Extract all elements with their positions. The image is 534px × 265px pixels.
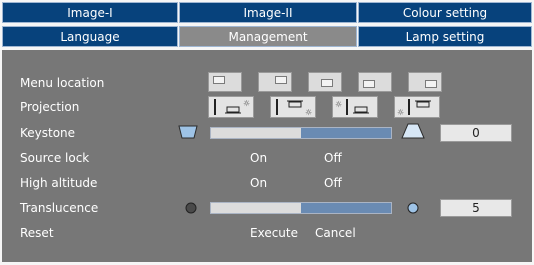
osd-window: Image-I Image-II Colour setting Language… [0, 0, 534, 265]
tab-bar: Image-I Image-II Colour setting Language… [2, 2, 532, 48]
management-panel: Menu location Projection ☼ ☼ ☼ ☼ Keyston… [2, 50, 532, 262]
projector-front-ceiling-icon: ☼ [276, 99, 312, 117]
translucence-slider-fill [301, 203, 391, 213]
translucence-label: Translucence [20, 201, 99, 215]
tab-image-i[interactable]: Image-I [2, 2, 178, 23]
tab-management[interactable]: Management [179, 26, 357, 47]
projector-rear-desk-icon: ☼ [335, 99, 369, 115]
menu-location-label: Menu location [20, 76, 105, 90]
svg-text:☼: ☼ [397, 108, 404, 117]
projection-front-ceiling[interactable]: ☼ [270, 96, 316, 118]
tab-language[interactable]: Language [2, 26, 178, 47]
projection-rear-ceiling[interactable]: ☼ [394, 96, 440, 118]
projection-rear-desk[interactable]: ☼ [332, 96, 378, 118]
keystone-label: Keystone [20, 126, 76, 140]
menu-location-bottom-right[interactable] [408, 72, 442, 92]
projection-label: Projection [20, 100, 80, 114]
projector-rear-ceiling-icon: ☼ [397, 99, 431, 117]
menu-location-bottom-left[interactable] [358, 72, 392, 92]
svg-text:☼: ☼ [335, 100, 342, 109]
translucence-value: 5 [440, 199, 512, 217]
tab-lamp-setting[interactable]: Lamp setting [358, 26, 532, 47]
translucence-slider[interactable] [210, 202, 392, 214]
menu-location-top-left[interactable] [208, 72, 242, 92]
svg-text:☼: ☼ [305, 108, 312, 117]
menu-location-center[interactable] [308, 72, 342, 92]
translucence-high-icon[interactable] [406, 201, 420, 215]
keystone-value: 0 [440, 124, 512, 142]
high-altitude-label: High altitude [20, 176, 98, 190]
keystone-narrow-bottom-icon[interactable] [178, 124, 198, 140]
projection-front-desk[interactable]: ☼ [208, 96, 254, 118]
reset-cancel-button[interactable]: Cancel [315, 226, 356, 240]
source-lock-label: Source lock [20, 151, 90, 165]
tab-colour-setting[interactable]: Colour setting [358, 2, 532, 23]
menu-location-top-right[interactable] [258, 72, 292, 92]
reset-execute-button[interactable]: Execute [250, 226, 298, 240]
translucence-low-icon[interactable] [184, 201, 198, 215]
reset-label: Reset [20, 226, 54, 240]
high-altitude-on[interactable]: On [250, 176, 267, 190]
source-lock-off[interactable]: Off [324, 151, 342, 165]
source-lock-on[interactable]: On [250, 151, 267, 165]
high-altitude-off[interactable]: Off [324, 176, 342, 190]
svg-text:☼: ☼ [243, 99, 250, 108]
tab-image-ii[interactable]: Image-II [179, 2, 357, 23]
keystone-slider-fill [301, 128, 391, 138]
projector-front-desk-icon: ☼ [214, 99, 250, 115]
keystone-slider[interactable] [210, 127, 392, 139]
keystone-narrow-top-icon[interactable] [400, 122, 426, 140]
